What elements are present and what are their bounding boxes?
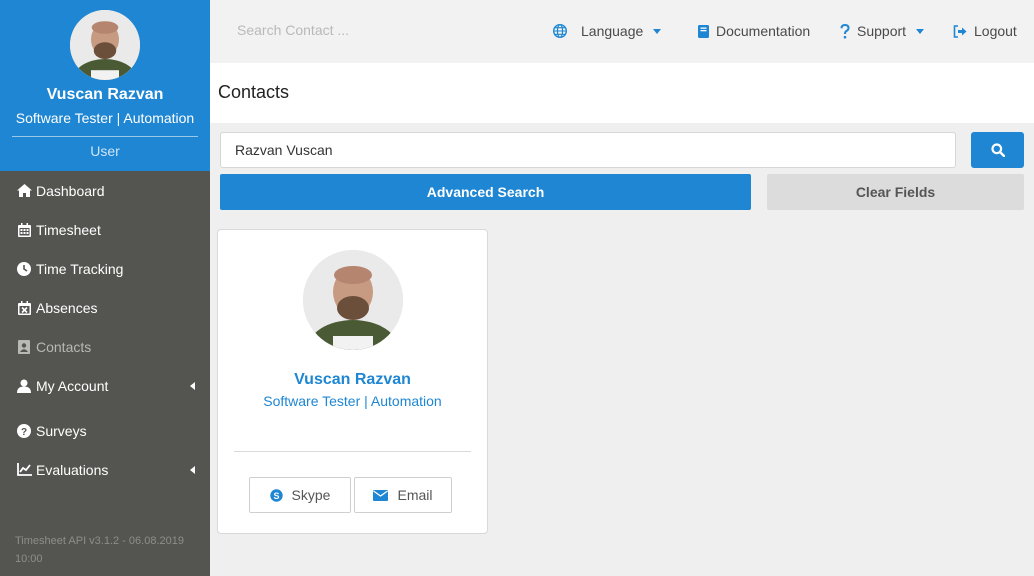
profile-panel: Vuscan Razvan Software Tester | Automati…	[0, 0, 210, 171]
clear-fields-button[interactable]: Clear Fields	[767, 174, 1024, 210]
sidebar-item-my-account[interactable]: My Account	[0, 366, 210, 405]
profile-role-label: User	[90, 143, 120, 159]
skype-label: Skype	[291, 487, 331, 503]
user-icon	[16, 378, 32, 394]
skype-icon: S	[269, 488, 283, 502]
sidebar-item-surveys[interactable]: ? Surveys	[0, 411, 210, 450]
logout-icon	[953, 24, 967, 38]
search-icon	[990, 143, 1005, 157]
search-button[interactable]	[971, 132, 1024, 168]
page-header: Contacts	[210, 63, 1034, 123]
line-chart-icon	[16, 462, 32, 478]
profile-role: Software Tester | Automation	[15, 110, 195, 126]
email-label: Email	[397, 487, 433, 503]
svg-text:?: ?	[21, 427, 27, 438]
sidebar-item-label: Timesheet	[36, 221, 101, 238]
contact-search-input[interactable]	[237, 22, 487, 38]
question-mark-icon	[840, 23, 850, 38]
contact-role: Software Tester | Automation	[263, 393, 442, 409]
sidebar-item-dashboard[interactable]: Dashboard	[0, 171, 210, 210]
home-icon	[16, 183, 32, 199]
sidebar-item-timesheet[interactable]: Timesheet	[0, 210, 210, 249]
logout-link[interactable]: Logout	[953, 23, 1017, 39]
globe-icon	[553, 24, 567, 38]
language-label: Language	[581, 23, 644, 39]
question-circle-icon: ?	[16, 423, 32, 439]
search-input[interactable]	[220, 132, 956, 168]
documentation-label: Documentation	[716, 23, 811, 39]
card-divider	[234, 451, 471, 452]
skype-button[interactable]: S Skype	[249, 477, 351, 513]
envelope-icon	[373, 489, 389, 501]
sidebar-item-label: Contacts	[36, 338, 92, 355]
contact-card-icon	[16, 339, 32, 355]
sidebar-item-contacts[interactable]: Contacts	[0, 327, 210, 366]
profile-divider	[12, 136, 198, 137]
chevron-down-icon	[653, 28, 662, 34]
svg-text:S: S	[273, 491, 279, 501]
sidebar-item-evaluations[interactable]: Evaluations	[0, 450, 210, 489]
documentation-link[interactable]: Documentation	[698, 23, 810, 39]
sidebar-item-label: Absences	[36, 299, 98, 316]
email-button[interactable]: Email	[354, 477, 452, 513]
sidebar-nav: Dashboard Timesheet Time Tracking Absenc…	[0, 171, 210, 489]
sidebar-item-absences[interactable]: Absences	[0, 288, 210, 327]
profile-name: Vuscan Razvan	[46, 86, 164, 103]
sidebar: Vuscan Razvan Software Tester | Automati…	[0, 0, 210, 576]
sidebar-item-label: Evaluations	[36, 461, 109, 478]
collapse-caret-icon[interactable]	[190, 381, 195, 390]
sidebar-item-label: Surveys	[36, 422, 87, 439]
contact-avatar	[302, 250, 403, 350]
book-icon	[698, 24, 709, 38]
logout-label: Logout	[974, 23, 1017, 39]
sidebar-item-time-tracking[interactable]: Time Tracking	[0, 249, 210, 288]
contact-card: Vuscan Razvan Software Tester | Automati…	[217, 229, 488, 534]
calendar-icon	[16, 222, 32, 238]
clock-icon	[16, 261, 32, 277]
support-dropdown[interactable]: Support	[840, 23, 925, 39]
version-info: Timesheet API v3.1.2 - 06.08.2019 10:00	[15, 535, 184, 565]
sidebar-item-label: Time Tracking	[36, 260, 124, 277]
contact-name: Vuscan Razvan	[294, 371, 411, 388]
topbar: Language Documentation Support Logout	[210, 0, 1034, 63]
advanced-search-button[interactable]: Advanced Search	[220, 174, 751, 210]
sidebar-item-label: My Account	[36, 377, 109, 394]
calendar-x-icon	[16, 300, 32, 316]
collapse-caret-icon[interactable]	[190, 465, 195, 474]
avatar	[70, 10, 140, 80]
language-dropdown[interactable]: Language	[553, 23, 662, 39]
page-title: Contacts	[218, 82, 290, 102]
chevron-down-icon	[916, 28, 925, 34]
support-label: Support	[857, 23, 907, 39]
sidebar-item-label: Dashboard	[36, 182, 105, 199]
